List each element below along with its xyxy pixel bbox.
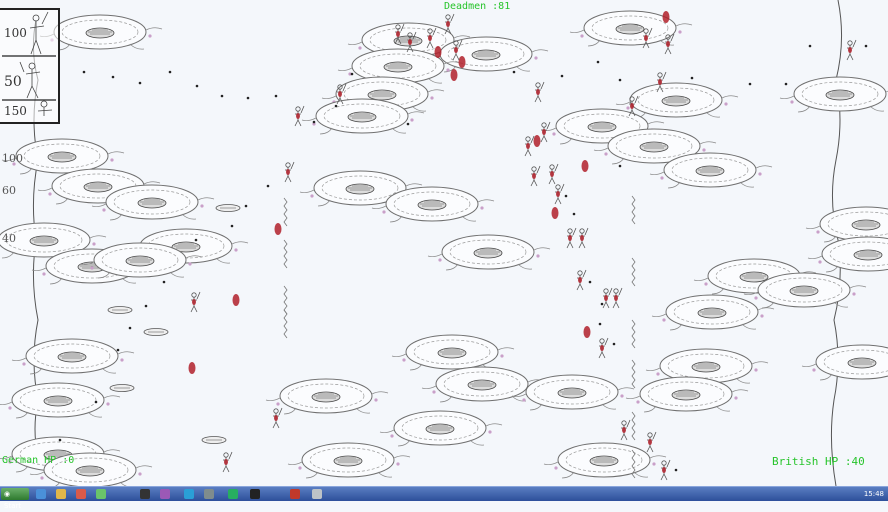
terminal-icon[interactable] (140, 489, 150, 499)
german-hp-label: German HP :0 (2, 455, 75, 466)
taskbar: ◉ Start 15:48 (0, 486, 888, 510)
window-icon[interactable] (290, 489, 300, 499)
start-button[interactable]: ◉ Start (1, 488, 29, 510)
media-icon[interactable] (76, 489, 86, 499)
officer-cost[interactable]: 150 (4, 104, 27, 118)
app-icon[interactable] (228, 489, 238, 499)
browser-icon[interactable] (36, 489, 46, 499)
grenadier-cost[interactable]: 50 (4, 74, 22, 90)
clock: 15:48 (863, 490, 884, 498)
rifleman-cost[interactable]: 100 (4, 26, 27, 40)
unit-selection-panel: 100 50 150 (0, 8, 60, 124)
game-icon[interactable] (96, 489, 106, 499)
settings-icon[interactable] (204, 489, 214, 499)
side-cost-2: 60 (2, 184, 16, 197)
side-cost-3: 40 (2, 232, 16, 245)
chat-icon[interactable] (160, 489, 170, 499)
skype-icon[interactable] (184, 489, 194, 499)
folder-icon[interactable] (56, 489, 66, 499)
steam-icon[interactable] (250, 489, 260, 499)
active-window-icon[interactable] (312, 489, 322, 499)
side-cost-1: 100 (2, 152, 23, 165)
dead-men-counter: Deadmen :81 (444, 1, 511, 12)
start-label: Start (4, 502, 22, 510)
start-icon: ◉ (4, 490, 11, 498)
battlefield[interactable] (0, 0, 888, 486)
british-hp-label: British HP :40 (772, 455, 865, 468)
craters (0, 10, 888, 486)
